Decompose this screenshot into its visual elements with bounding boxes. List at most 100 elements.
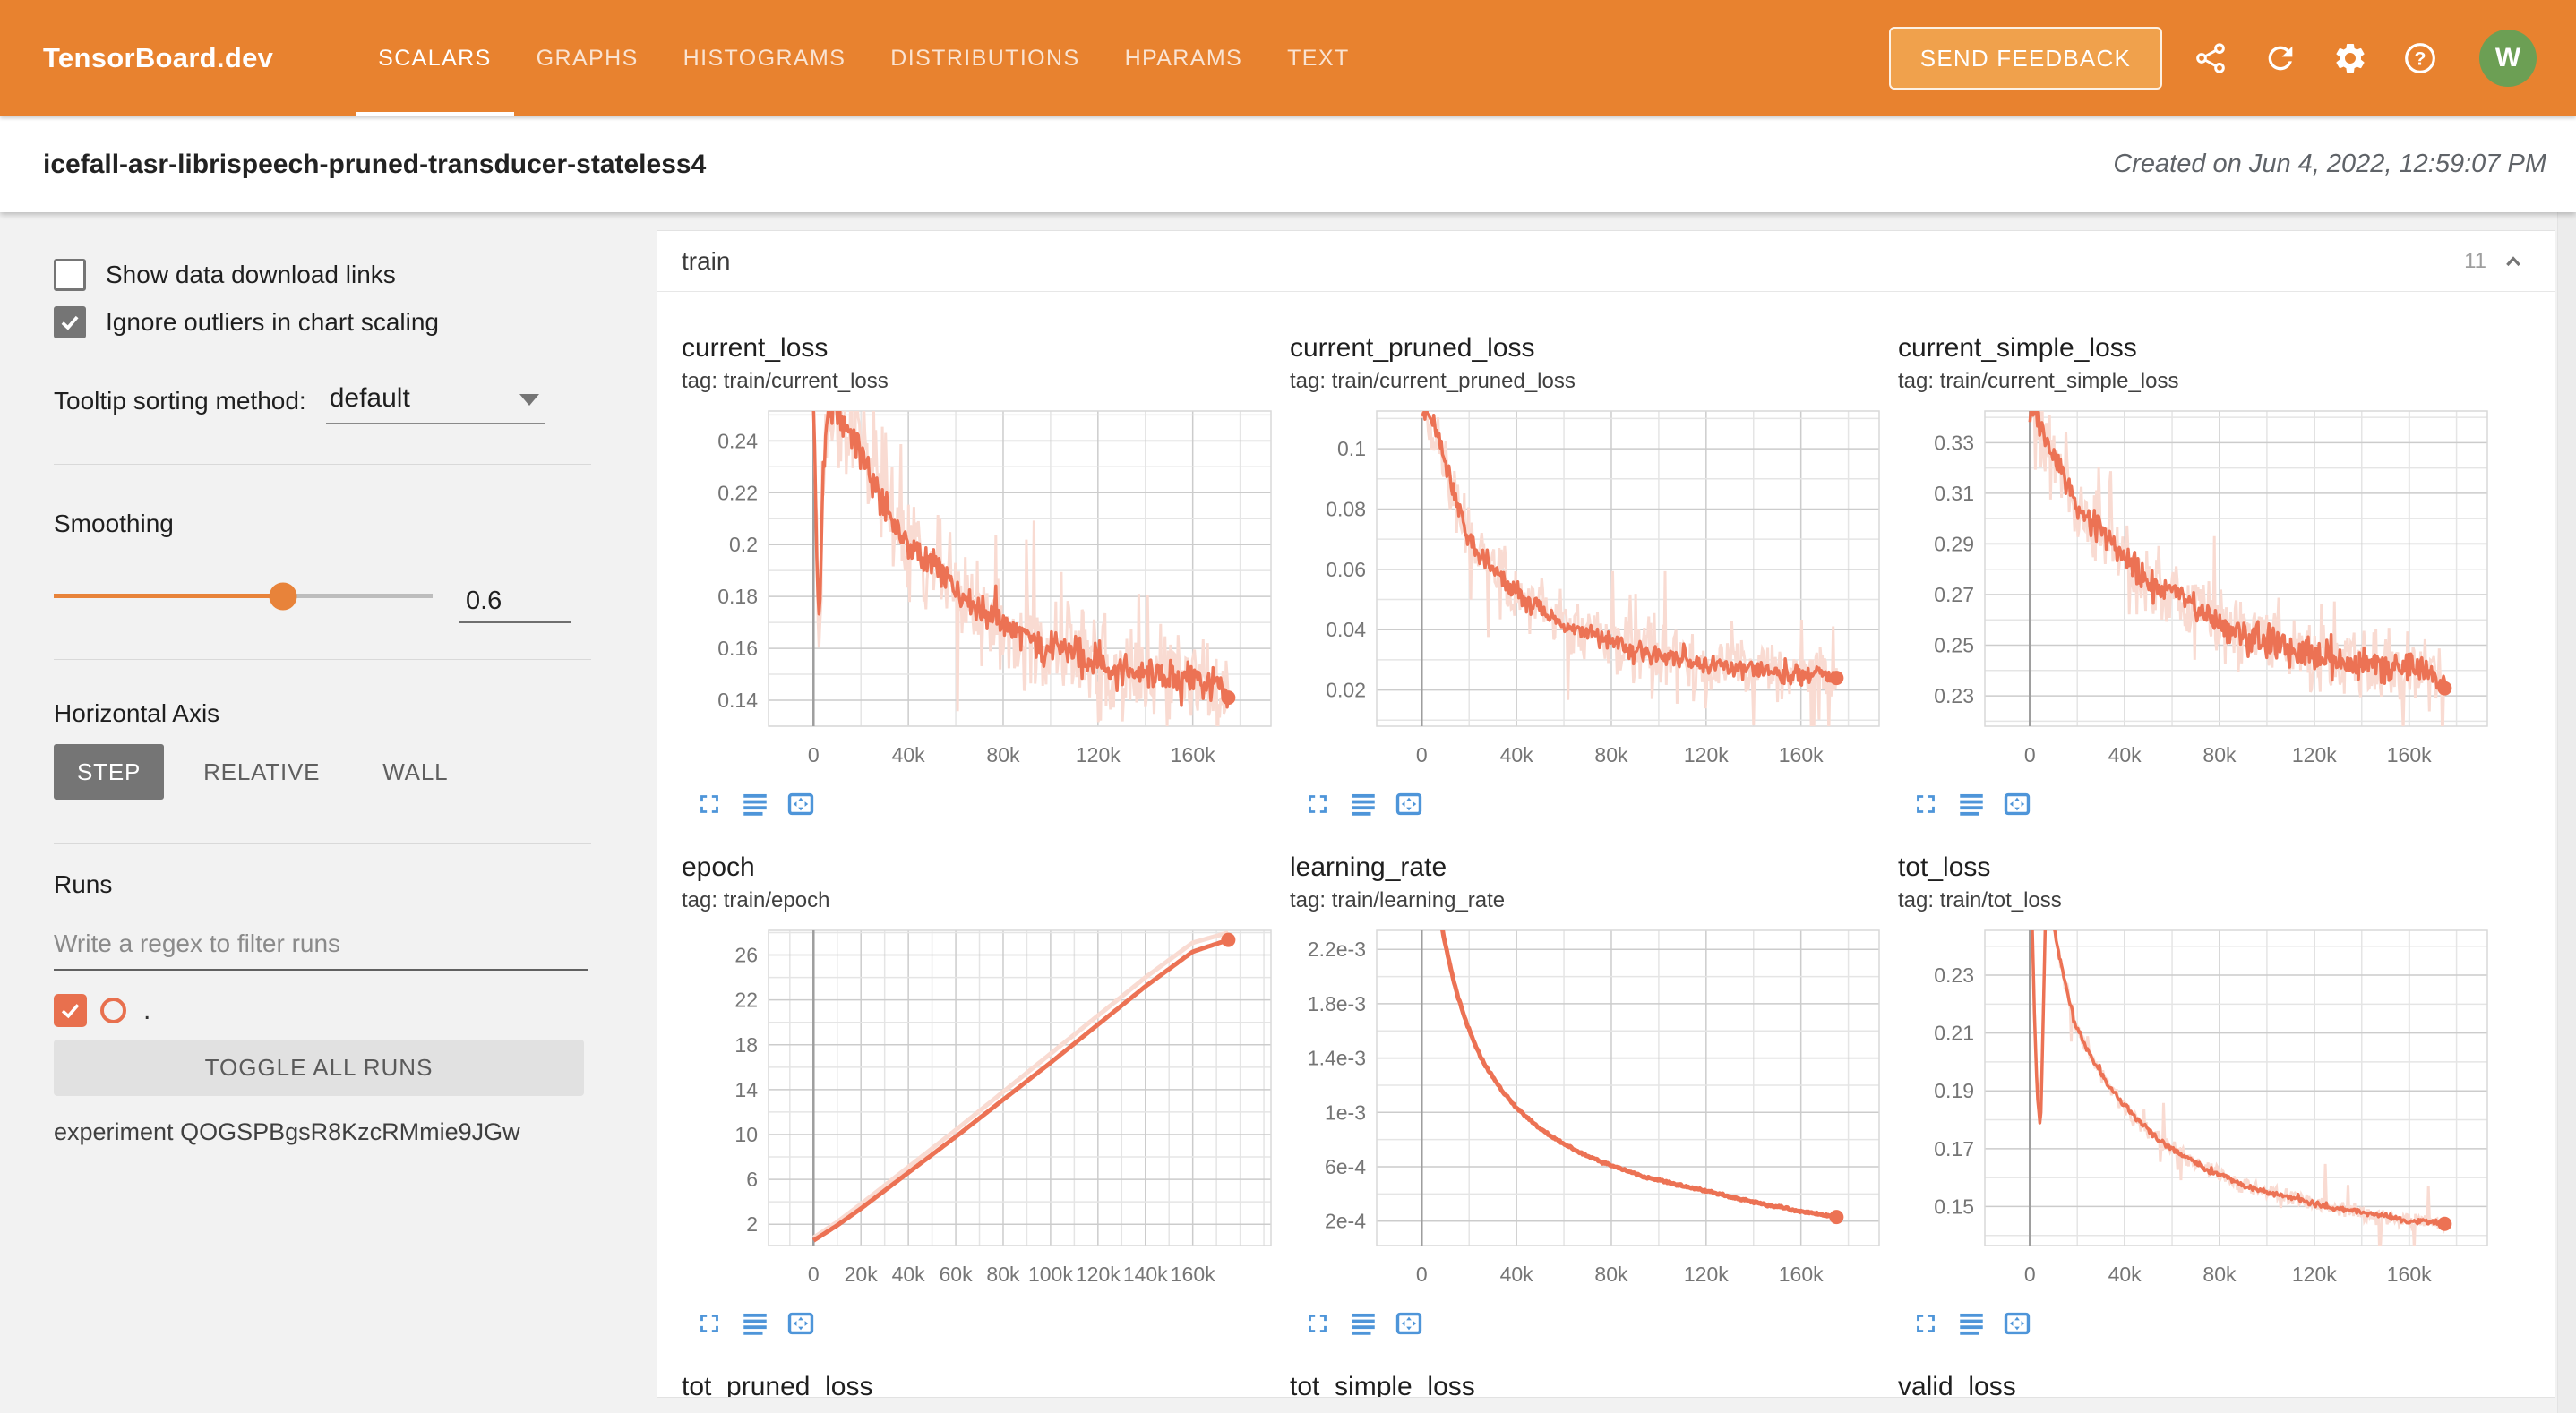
fullscreen-icon[interactable] xyxy=(1911,1308,1941,1339)
tab-distributions[interactable]: DISTRIBUTIONS xyxy=(868,0,1102,116)
data-table-icon[interactable] xyxy=(740,789,770,819)
smoothing-slider-thumb[interactable] xyxy=(269,582,296,610)
chart-tag: tag: train/learning_rate xyxy=(1290,887,1881,914)
fit-domain-icon[interactable] xyxy=(2002,789,2032,819)
svg-text:160k: 160k xyxy=(1779,743,1824,766)
svg-text:80k: 80k xyxy=(986,743,1020,766)
settings-icon[interactable] xyxy=(2329,37,2372,80)
chart-plot[interactable]: 040k80k120k160k2e-46e-41e-31.4e-31.8e-32… xyxy=(1290,923,1881,1297)
runs-filter-input[interactable] xyxy=(54,929,588,971)
ignore-outliers-checkbox[interactable] xyxy=(54,306,86,338)
tooltip-sorting-dropdown[interactable]: default xyxy=(326,383,545,424)
chart-actions xyxy=(1911,789,2489,819)
chart-plot[interactable]: 020k40k60k80k100k120k140k160k26101418222… xyxy=(682,923,1273,1297)
chart-actions xyxy=(694,789,1273,819)
fullscreen-icon[interactable] xyxy=(1911,789,1941,819)
svg-text:0.21: 0.21 xyxy=(1934,1022,1974,1045)
tab-hparams[interactable]: HPARAMS xyxy=(1103,0,1266,116)
fullscreen-icon[interactable] xyxy=(1302,789,1333,819)
chart-plot[interactable]: 040k80k120k160k0.150.170.190.210.23 xyxy=(1898,923,2489,1297)
svg-text:6e-4: 6e-4 xyxy=(1325,1155,1366,1178)
tab-label: SCALARS xyxy=(378,46,492,72)
svg-text:40k: 40k xyxy=(892,1263,926,1286)
data-table-icon[interactable] xyxy=(740,1308,770,1339)
axis-button-step[interactable]: STEP xyxy=(54,744,164,800)
chart-card-learning_rate: learning_ratetag: train/learning_rate040… xyxy=(1290,852,1881,1339)
run-row: . xyxy=(54,994,591,1027)
svg-text:0.25: 0.25 xyxy=(1934,634,1974,657)
svg-text:0.16: 0.16 xyxy=(717,637,758,660)
data-table-icon[interactable] xyxy=(1956,1308,1987,1339)
run-checkbox[interactable] xyxy=(54,994,87,1027)
smoothing-slider-fill xyxy=(54,594,283,598)
avatar[interactable]: W xyxy=(2479,30,2537,87)
data-table-icon[interactable] xyxy=(1956,789,1987,819)
svg-text:0.23: 0.23 xyxy=(1934,684,1974,707)
svg-text:40k: 40k xyxy=(1500,743,1534,766)
chart-plot[interactable]: 040k80k120k160k0.140.160.180.20.220.24 xyxy=(682,404,1273,778)
smoothing-value-field[interactable]: 0.6 xyxy=(459,587,571,623)
tab-scalars[interactable]: SCALARS xyxy=(356,0,514,116)
svg-text:6: 6 xyxy=(746,1168,758,1191)
toggle-all-runs-button[interactable]: TOGGLE ALL RUNS xyxy=(54,1040,584,1096)
tab-histograms[interactable]: HISTOGRAMS xyxy=(661,0,869,116)
fit-domain-icon[interactable] xyxy=(1394,789,1424,819)
fit-domain-icon[interactable] xyxy=(1394,1308,1424,1339)
page-scrollbar[interactable] xyxy=(2557,212,2576,1413)
chart-plot[interactable]: 040k80k120k160k0.230.250.270.290.310.33 xyxy=(1898,404,2489,778)
tooltip-sorting-label: Tooltip sorting method: xyxy=(54,387,306,424)
svg-text:80k: 80k xyxy=(1594,1263,1628,1286)
svg-text:40k: 40k xyxy=(2108,1263,2142,1286)
tab-label: HPARAMS xyxy=(1125,46,1243,72)
fullscreen-icon[interactable] xyxy=(694,789,725,819)
fit-domain-icon[interactable] xyxy=(2002,1308,2032,1339)
svg-text:0.1: 0.1 xyxy=(1337,437,1366,460)
fit-domain-icon[interactable] xyxy=(786,789,816,819)
fullscreen-icon[interactable] xyxy=(694,1308,725,1339)
train-group-header[interactable]: train 11 xyxy=(657,231,2555,292)
data-table-icon[interactable] xyxy=(1348,1308,1378,1339)
active-tab-underline xyxy=(356,112,514,116)
axis-button-relative[interactable]: RELATIVE xyxy=(180,744,343,800)
help-icon[interactable]: ? xyxy=(2399,37,2442,80)
chart-plot[interactable]: 040k80k120k160k0.020.040.060.080.1 xyxy=(1290,404,1881,778)
axis-button-wall[interactable]: WALL xyxy=(359,744,471,800)
tab-text[interactable]: TEXT xyxy=(1265,0,1372,116)
train-group-count: 11 xyxy=(2464,249,2486,274)
navbar-actions: SEND FEEDBACK ? W xyxy=(1889,0,2537,116)
data-table-icon[interactable] xyxy=(1348,789,1378,819)
created-timestamp: Created on Jun 4, 2022, 12:59:07 PM xyxy=(2113,150,2546,179)
svg-text:2: 2 xyxy=(746,1212,758,1236)
chart-actions xyxy=(1911,1308,2489,1339)
svg-text:1e-3: 1e-3 xyxy=(1325,1100,1366,1124)
chart-actions xyxy=(1302,789,1881,819)
tab-graphs[interactable]: GRAPHS xyxy=(514,0,661,116)
fullscreen-icon[interactable] xyxy=(1302,1308,1333,1339)
fit-domain-icon[interactable] xyxy=(786,1308,816,1339)
svg-text:160k: 160k xyxy=(1171,743,1215,766)
svg-text:18: 18 xyxy=(734,1033,758,1057)
show-download-links-checkbox[interactable] xyxy=(54,259,86,291)
chart-tag: tag: train/tot_loss xyxy=(1898,887,2489,914)
svg-text:0: 0 xyxy=(2024,743,2036,766)
svg-text:80k: 80k xyxy=(1594,743,1628,766)
chart-title: valid_loss xyxy=(1898,1371,2489,1398)
run-color-swatch[interactable] xyxy=(100,998,126,1023)
share-icon[interactable] xyxy=(2189,37,2232,80)
chart-tag: tag: train/current_simple_loss xyxy=(1898,368,2489,395)
show-download-links-checkbox-row[interactable]: Show data download links xyxy=(54,259,591,291)
svg-text:1.4e-3: 1.4e-3 xyxy=(1308,1047,1366,1070)
svg-text:0.18: 0.18 xyxy=(717,585,758,608)
chevron-up-icon[interactable] xyxy=(2499,247,2528,276)
refresh-icon[interactable] xyxy=(2259,37,2302,80)
svg-text:0.02: 0.02 xyxy=(1326,679,1366,702)
send-feedback-button[interactable]: SEND FEEDBACK xyxy=(1889,27,2162,90)
smoothing-slider[interactable] xyxy=(54,594,433,598)
svg-text:0: 0 xyxy=(808,1263,820,1286)
ignore-outliers-checkbox-row[interactable]: Ignore outliers in chart scaling xyxy=(54,306,591,338)
svg-text:0.29: 0.29 xyxy=(1934,532,1974,555)
svg-text:120k: 120k xyxy=(2292,743,2337,766)
tab-label: TEXT xyxy=(1287,46,1350,72)
experiment-name: icefall-asr-librispeech-pruned-transduce… xyxy=(43,150,706,180)
train-group-title: train xyxy=(682,247,730,276)
